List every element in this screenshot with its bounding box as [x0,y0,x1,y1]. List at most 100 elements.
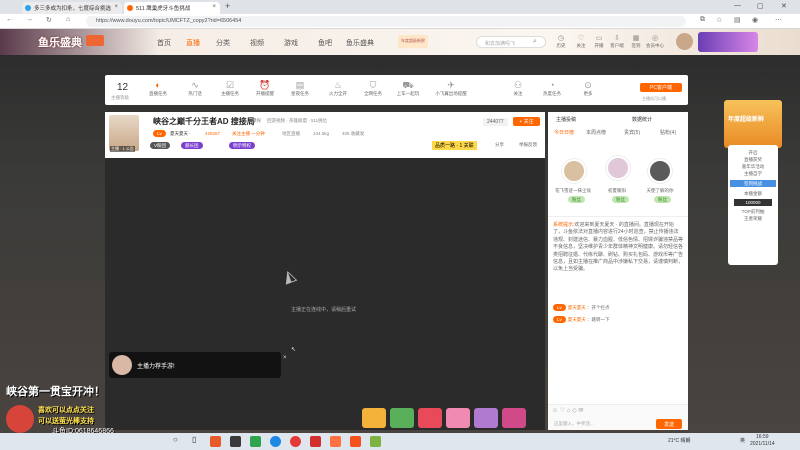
promo-item[interactable]: 王者荣耀 [730,215,776,222]
report-button[interactable]: 举报反馈 [519,142,537,148]
gift-icon[interactable] [390,408,414,428]
search-icon[interactable]: ○ [173,435,184,446]
more-menu-icon[interactable]: ⋯ [775,16,782,24]
home-icon[interactable]: ⌂ [66,16,70,23]
festival-ad-badge[interactable]: 年度超级新鲜 [724,100,782,148]
nav-live[interactable]: 直播 [186,38,200,48]
favorites-icon[interactable]: ☆ [716,16,722,24]
toast-close-icon[interactable]: × [283,355,287,361]
task-live[interactable]: ◐ 直播任务 [143,80,173,97]
site-logo[interactable]: 鱼乐盛典 [38,34,82,50]
task-plane[interactable]: ✈ 小飞翼出场提醒 [430,80,472,97]
nav-home[interactable]: 首页 [157,38,171,48]
task-hot[interactable]: ∿ 热门话 [180,80,210,97]
nav-fishbar[interactable]: 鱼吧 [318,38,332,48]
share-button[interactable]: 分享 [495,142,504,148]
task-heat[interactable]: ◔ 热度任务 [537,80,567,97]
top-fan-avatar-3[interactable] [648,159,672,183]
fan-chip[interactable]: V粉团 [150,142,171,149]
tab-close-icon[interactable]: × [212,4,216,10]
clock-date[interactable]: 2021/11/14 [750,441,775,447]
task-host[interactable]: ☑ 主播任务 [215,80,245,97]
task-network[interactable]: ⛉ 全网任务 [358,80,388,97]
history-button[interactable]: ◷ 历史 [552,34,570,49]
nav-category[interactable]: 分类 [216,38,230,48]
chat-username[interactable]: 夏天夏天 [568,317,586,322]
gift-icon[interactable] [418,408,442,428]
promo-item[interactable]: 主播自学 [730,170,776,177]
extension-icon[interactable]: ⧉ [700,16,705,24]
input-lang[interactable]: 英 [740,437,745,444]
nav-game[interactable]: 游戏 [284,38,298,48]
promo-item[interactable]: 直播获奖 [730,156,776,163]
task-more[interactable]: ⊙ 更多 [573,80,603,97]
highlight-banner[interactable]: 品质一路 · 1 关联 [432,141,477,150]
follow-button[interactable]: + 关注 [513,117,540,126]
broadcast-button[interactable]: ▭ 开播 [590,34,608,49]
promo-item[interactable]: 开启 [730,149,776,156]
back-icon[interactable]: ← [6,16,13,23]
collections-icon[interactable]: ▤ [734,16,741,24]
promo-item[interactable]: 本播金额 [730,190,776,197]
top-fan-avatar-2[interactable] [606,156,630,180]
task-remind[interactable]: ⏰ 开播提醒 [250,80,280,97]
forward-icon[interactable]: → [26,16,33,23]
chat-header-tab-1[interactable]: 主播投稿 [556,116,576,123]
top-fan-avatar-1[interactable] [562,159,586,183]
app-icon-6[interactable] [330,436,341,447]
app-icon-8[interactable] [370,436,381,447]
gift-icon[interactable] [446,408,470,428]
browser-tab[interactable]: 多三多成为扣条，七度综合挑选 × [22,2,122,14]
tab-weekly-rank[interactable]: 本周点榜 [586,129,606,136]
gift-icon[interactable] [502,408,526,428]
maximize-icon[interactable]: ▢ [757,2,764,10]
app-icon-1[interactable] [210,436,221,447]
promo-item[interactable]: TOP前列抽 [730,208,776,215]
header-banner-ad[interactable] [698,32,758,52]
tab-fans[interactable]: 贴粉(4) [660,129,676,136]
toast-popup[interactable]: 主播力荐手游! [109,352,281,378]
app-icon-5[interactable] [310,436,321,447]
tab-close-icon[interactable]: × [114,4,118,10]
user-avatar[interactable] [676,33,693,50]
pc-client-button[interactable]: PC客户端 [640,83,682,92]
vip-button[interactable]: ◎ 会员中心 [646,34,664,49]
browser-tab-active[interactable]: 511 鹰巢虎牙斗鱼挑战 × [124,2,220,14]
tab-daily-rank[interactable]: 今日日榜 [554,129,574,136]
refresh-icon[interactable]: ↻ [46,16,52,24]
minimize-icon[interactable]: — [734,2,741,9]
chat-header-tab-2[interactable]: 数据统计 [632,116,652,123]
stream-tag[interactable]: 爆探 [252,118,261,124]
host-name[interactable]: 夏天夏天 · [170,131,191,137]
search-icon[interactable]: ⌕ [533,38,537,46]
app-icon-2[interactable] [230,436,241,447]
stream-category[interactable]: 回游视频 · 英雄联盟 · 511挑位 [267,118,327,124]
client-button[interactable]: ⇩ 客户端 [608,34,626,49]
task-follow[interactable]: ⚇ 关注 [503,80,533,97]
follow-nav-button[interactable]: ♡ 关注 [572,34,590,49]
app-icon-7[interactable] [350,436,361,447]
task-star[interactable]: ▤ 星夜任务 [285,80,315,97]
gift-icon[interactable] [474,408,498,428]
promo-badge[interactable]: 年度超级新鲜 [398,35,428,48]
task-carpool[interactable]: ⛟ 上车一起玩 [393,80,423,97]
promo-item[interactable]: 签到挑战 [730,180,776,187]
weather-text[interactable]: 21°C 晴朗 [668,437,691,444]
url-input[interactable]: https://www.douyu.com/topic/UMCFTZ_copy2… [86,16,686,27]
gift-icon[interactable] [362,408,386,428]
tab-vip[interactable]: 贵宾(5) [624,129,640,136]
checkin-button[interactable]: ▦ 签到 [627,34,645,49]
close-window-icon[interactable]: ✕ [781,2,787,10]
chat-username[interactable]: 夏天夏天 [568,305,586,310]
app-icon-4[interactable] [290,436,301,447]
profile-icon[interactable]: ◉ [752,16,758,24]
captain-chip[interactable]: 舰长团 [181,142,203,149]
edge-icon[interactable] [270,436,281,447]
promo-item[interactable]: 嘉年华活动 [730,163,776,170]
clock-time[interactable]: 16:59 [756,434,769,440]
privilege-chip[interactable]: 明示特权 [229,142,255,149]
task-view-icon[interactable]: ▯ [192,435,203,446]
nav-festival[interactable]: 鱼乐盛典 [346,38,374,48]
app-icon-3[interactable] [250,436,261,447]
nav-video[interactable]: 视频 [250,38,264,48]
